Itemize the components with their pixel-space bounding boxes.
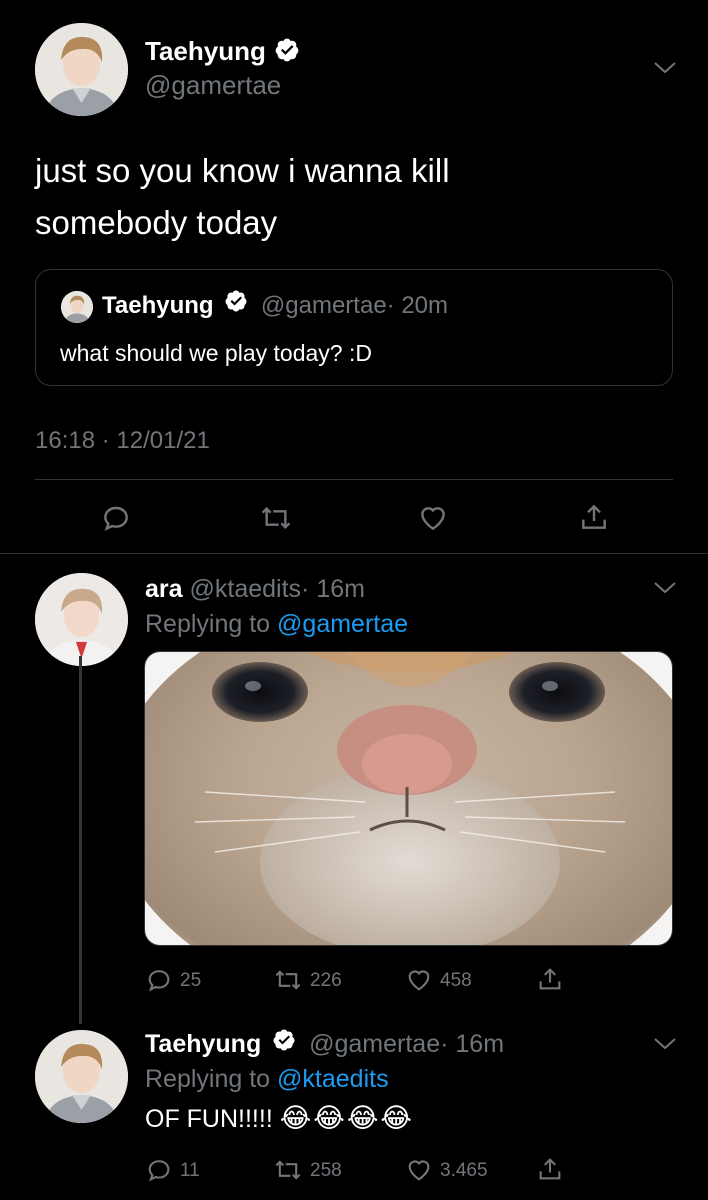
quoted-text: what should we play today? :D — [60, 340, 372, 366]
quoted-avatar — [61, 291, 93, 323]
reply-handle[interactable]: @gamertae — [309, 1030, 440, 1058]
avatar-image — [35, 23, 128, 116]
laughing-emoji: 😂😂😂😂 — [279, 1103, 414, 1133]
divider — [0, 553, 708, 554]
quoted-name: Taehyung — [102, 292, 214, 319]
reply-time: · 16m — [301, 575, 365, 603]
like-icon[interactable] — [404, 966, 434, 994]
reply-time: · 16m — [440, 1030, 505, 1058]
replying-to: Replying to @gamertae — [145, 610, 408, 639]
replying-to: Replying to @ktaedits — [145, 1065, 389, 1094]
retweet-count: 226 — [310, 970, 342, 991]
reply-name[interactable]: Taehyung — [145, 1030, 261, 1058]
chevron-down-icon[interactable] — [653, 1036, 677, 1052]
reply-avatar[interactable] — [35, 1030, 128, 1123]
reply-handle[interactable]: @ktaedits — [190, 575, 302, 603]
quoted-handle: @gamertae — [260, 292, 387, 319]
author-info: Taehyung — [145, 36, 300, 68]
retweet-icon[interactable] — [272, 1156, 304, 1184]
avatar-image — [35, 573, 128, 666]
replying-prefix: Replying to — [145, 610, 278, 638]
verified-badge-icon — [224, 289, 248, 320]
tweet-text-line-2: somebody today — [35, 204, 278, 241]
thread-connector — [79, 656, 82, 1024]
reply-text-content: OF FUN!!!!! — [145, 1105, 273, 1133]
share-icon[interactable] — [578, 500, 610, 534]
like-icon[interactable] — [404, 1156, 434, 1184]
replying-to-link[interactable]: @gamertae — [277, 610, 408, 638]
tweet-timestamp[interactable]: 16:18 · 12/01/21 — [35, 427, 210, 455]
reply-icon[interactable] — [100, 502, 132, 534]
like-icon[interactable] — [416, 502, 450, 534]
like-count: 458 — [440, 970, 472, 991]
reply-header: ara @ktaedits· 16m — [145, 575, 365, 604]
reply-icon[interactable] — [145, 1156, 173, 1184]
reply-text: OF FUN!!!!! 😂😂😂😂 — [145, 1103, 414, 1134]
tweet-text-line-1: just so you know i wanna kill — [35, 152, 450, 189]
reply-name[interactable]: ara — [145, 575, 183, 603]
replying-prefix: Replying to — [145, 1065, 278, 1093]
chevron-down-icon[interactable] — [653, 580, 677, 596]
reply-icon[interactable] — [145, 966, 173, 994]
retweet-icon[interactable] — [272, 966, 304, 994]
retweet-icon[interactable] — [258, 502, 294, 534]
author-name[interactable]: Taehyung — [145, 36, 266, 66]
share-icon[interactable] — [536, 964, 564, 994]
quoted-tweet[interactable]: Taehyung @gamertae· 20m what should we p… — [35, 269, 673, 386]
divider — [35, 479, 673, 480]
reply-media-image[interactable] — [144, 651, 673, 946]
verified-badge-icon — [274, 37, 300, 68]
share-icon[interactable] — [536, 1154, 564, 1184]
chevron-down-icon[interactable] — [653, 60, 677, 76]
reply-count: 11 — [180, 1160, 200, 1181]
reply-count: 25 — [180, 970, 202, 991]
verified-badge-icon — [272, 1028, 296, 1059]
retweet-count: 258 — [310, 1160, 342, 1181]
avatar-image — [35, 1030, 128, 1123]
replying-to-link[interactable]: @ktaedits — [277, 1065, 389, 1093]
cat-photo — [145, 652, 672, 945]
author-handle[interactable]: @gamertae — [145, 70, 281, 101]
author-avatar[interactable] — [35, 23, 128, 116]
like-count: 3.465 — [440, 1160, 488, 1181]
reply-header: Taehyung @gamertae· 16m — [145, 1028, 505, 1059]
quoted-time: · 20m — [386, 292, 449, 319]
reply-avatar[interactable] — [35, 573, 128, 666]
